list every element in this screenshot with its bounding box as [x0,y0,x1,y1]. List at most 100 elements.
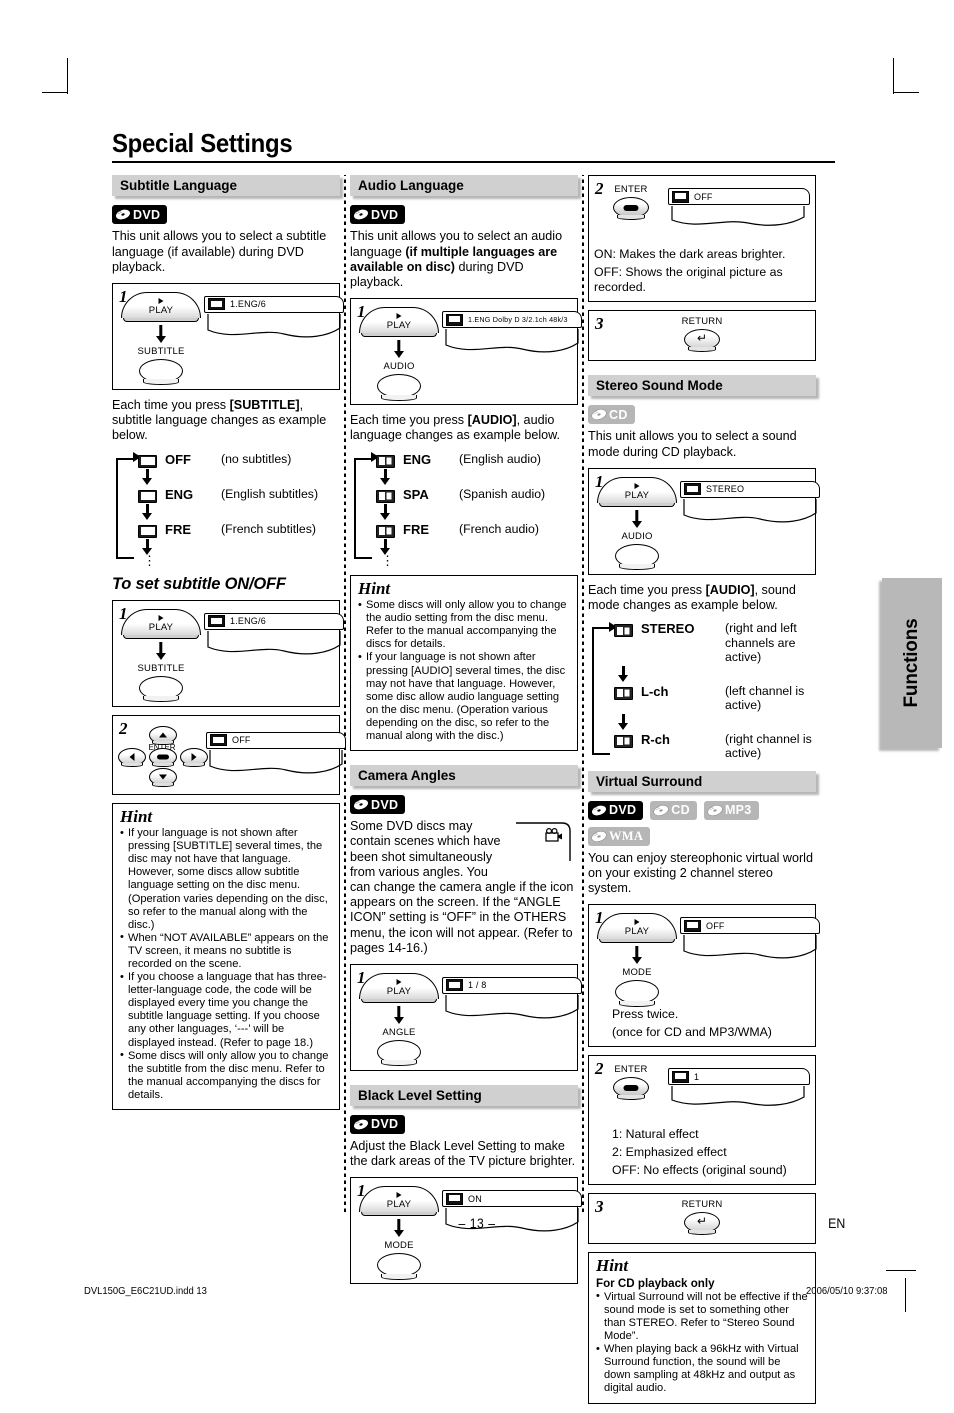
section-header-black-level: Black Level Setting [350,1084,578,1106]
cycle-item: ENG (English audio) [376,452,578,468]
disc-icon [591,409,607,421]
cycle-loop-arrow [116,452,141,559]
subtitle-onoff-step-2: 2 ENTER OFF [112,714,346,795]
audio-button[interactable] [615,543,659,571]
camera-angles-step-1: 1 PLAY ANGLE 1 / 8 [350,963,582,1071]
play-button[interactable]: PLAY [597,913,677,944]
virtual-surround-effect-1: 1: Natural effect [612,1127,699,1142]
enter-button-label: ENTER [614,184,648,196]
audio-cycle-intro: Each time you press [AUDIO], audio langu… [350,413,578,443]
play-button[interactable]: PLAY [359,972,439,1003]
return-button[interactable]: ↵ [683,329,720,353]
black-level-note-on: ON: Makes the dark areas brighter. [594,247,786,262]
audio-button[interactable] [377,374,421,401]
hint-list: Some discs will only allow you to change… [358,599,570,743]
down-button[interactable] [149,767,177,788]
black-level-osd-icon [446,1192,463,1205]
footer-timestamp: 2006/05/10 9:37:08 [806,1285,888,1297]
audio-osd-icon [684,483,701,496]
cycle-loop-arrow [592,621,617,755]
black-level-intro: Adjust the Black Level Setting to make t… [350,1138,576,1169]
tv-screen-illustration [668,1086,810,1116]
virtual-surround-effect-2: 2: Emphasized effect [612,1145,727,1160]
down-arrow-icon [156,325,166,343]
cycle-item-desc: (English audio) [459,451,542,466]
osd-text: STEREO [706,484,745,495]
enter-button[interactable] [613,1077,649,1101]
disc-icon [707,804,723,816]
angle-corner-icon [516,822,571,862]
subtitle-icon [138,454,157,468]
cycle-item: L-ch (left channel is active) [614,684,816,713]
cycle-item-label: STEREO [641,621,695,637]
mode-button[interactable] [615,980,659,1007]
osd-text: 1.ENG Dolby D 3/2.1ch 48k/3 [468,315,568,325]
step-number: 2 [595,179,604,199]
play-button[interactable]: PLAY [359,1186,439,1217]
cycle-item: STEREO (right and left channels are acti… [614,621,816,665]
left-button[interactable] [118,747,146,768]
audio-button-label: AUDIO [383,361,415,373]
down-arrow-icon [632,946,642,964]
audio-osd-icon [446,313,463,326]
enter-button[interactable] [149,747,177,768]
hint-title: Hint [120,806,153,826]
subtitle-osd-icon [208,298,225,311]
play-triangle-icon [634,919,640,926]
cycle-item-desc: (French subtitles) [221,521,316,536]
cycle-down-arrow-icon [379,538,396,556]
hint-list: If your language is not shown after pres… [120,827,332,1102]
audio-icon [376,454,395,468]
screen-wave [445,329,579,353]
osd-text: OFF [232,735,251,746]
play-button[interactable]: PLAY [121,291,201,322]
cycle-item-desc: (left channel is active) [725,683,805,713]
tv-screen-illustration [442,329,582,359]
return-button-label: RETURN [681,1199,723,1211]
play-button-label: PLAY [386,985,412,997]
disc-icon [353,799,369,810]
mode-button[interactable] [377,1253,421,1280]
cycle-item-label: ENG [165,486,194,502]
column-middle: Audio Language DVD This unit allows you … [350,175,582,1292]
cycle-item-label: FRE [403,521,429,537]
subtitle-osd-icon [208,615,225,628]
virtual-surround-effect-off: OFF: No effects (original sound) [612,1163,787,1178]
subtitle-button[interactable] [139,675,183,703]
play-button[interactable]: PLAY [359,307,439,338]
osd-text: OFF [694,191,713,202]
osd-display: 1 [668,1062,810,1124]
badge-row-virtual-surround: DVD CD MP3 WMA [588,800,816,846]
osd-bar: 1.ENG Dolby D 3/2.1ch 48k/3 [442,311,582,329]
virtual-surround-note-1: Press twice. [612,1007,679,1022]
audio-icon [614,734,633,748]
hint-item: If your language is not shown after pres… [120,827,332,932]
right-button[interactable] [180,747,208,768]
cycle-continues-dots: ⋮ [143,552,156,568]
subtitle-cycle-intro: Each time you press [SUBTITLE], subtitle… [112,398,340,444]
subtitle-button-label: SUBTITLE [137,662,185,674]
dvd-badge-label: DVD [609,803,637,818]
angle-button[interactable] [377,1039,421,1067]
play-button[interactable]: PLAY [597,476,677,507]
osd-bar: 1.ENG/6 [204,612,344,630]
crop-mark-top-right-horizontal [893,92,919,94]
down-arrow-icon [159,774,167,780]
tv-screen-illustration [680,498,820,529]
up-button[interactable] [149,725,177,746]
page-content: Special Settings Subtitle Language DVD T… [112,129,842,1404]
play-button[interactable]: PLAY [121,608,201,639]
badge-row-subtitle-language: DVD [112,205,340,225]
cycle-item-desc: (right channel is active) [725,731,812,761]
cycle-item-desc: (right and left channels are active) [725,621,797,665]
badge-row-camera-angles: DVD [350,795,578,815]
up-arrow-icon [159,732,167,738]
audio-icon [376,524,395,538]
play-button-label: PLAY [148,304,174,316]
subtitle-step-1: 1 PLAY SUBTITLE 1.ENG/6 [112,282,344,390]
enter-button[interactable] [613,197,649,221]
screen-wave [209,749,343,773]
crop-mark-top-left-vertical [67,58,69,94]
audio-language-intro: This unit allows you to select an audio … [350,229,578,290]
subtitle-button[interactable] [139,358,183,386]
